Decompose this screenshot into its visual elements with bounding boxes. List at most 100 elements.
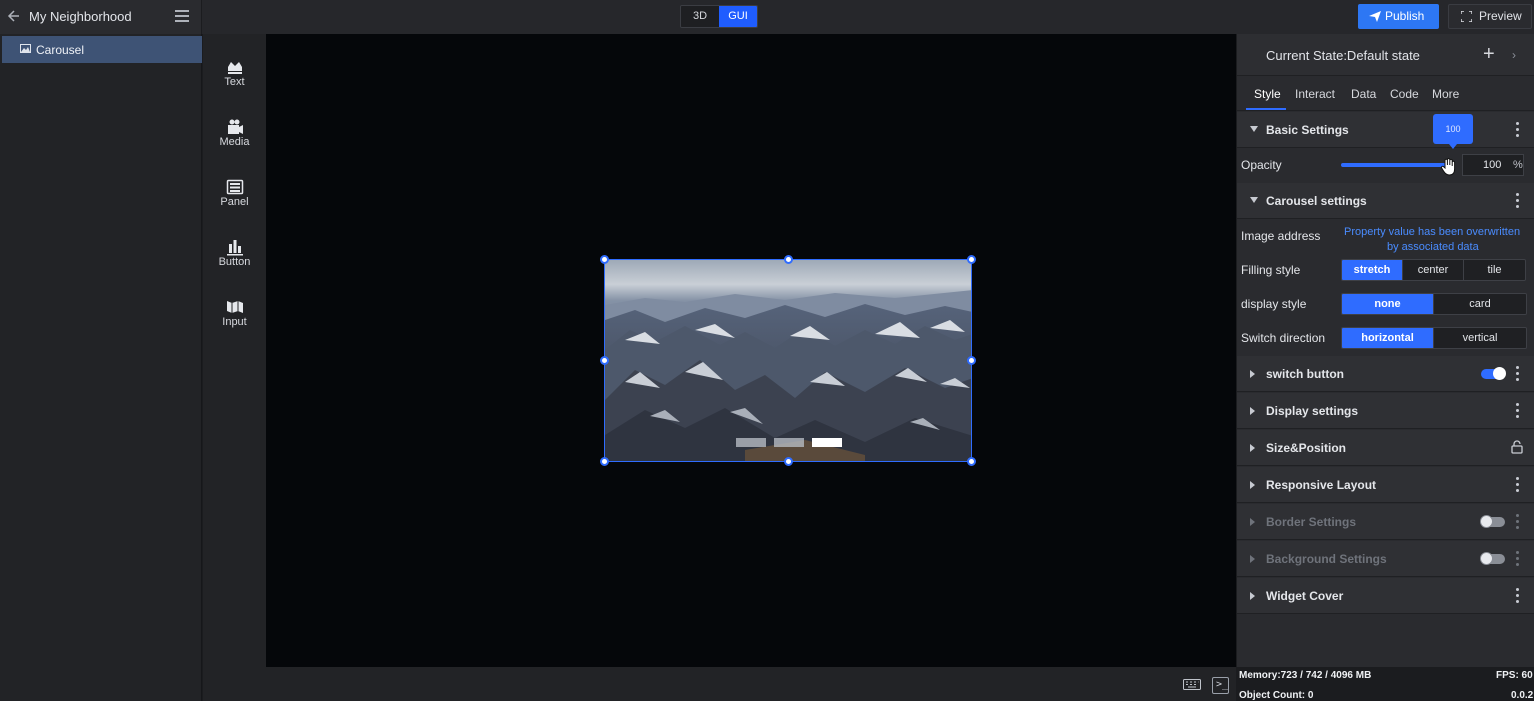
- carousel-indicator[interactable]: [736, 438, 766, 447]
- more-options-icon[interactable]: [1516, 551, 1520, 567]
- widget-input[interactable]: Input: [203, 284, 266, 344]
- text-icon: [228, 62, 242, 74]
- terminal-icon[interactable]: >_: [1212, 677, 1229, 694]
- resize-handle-top-left[interactable]: [600, 255, 609, 264]
- widget-label: Media: [219, 136, 250, 148]
- filling-style-segmented: stretch center tile: [1341, 259, 1526, 281]
- widget-label: Text: [224, 76, 245, 88]
- tab-interact[interactable]: Interact: [1295, 87, 1335, 101]
- fps-readout: FPS: 60: [1496, 670, 1533, 681]
- section-switch-button[interactable]: switch button: [1237, 356, 1534, 392]
- back-arrow-icon[interactable]: [6, 9, 20, 23]
- caret-right-icon: [1250, 370, 1255, 378]
- caret-down-icon: [1250, 197, 1258, 203]
- section-background-settings[interactable]: Background Settings: [1237, 541, 1534, 577]
- hamburger-menu-icon[interactable]: [175, 10, 189, 22]
- section-carousel-settings[interactable]: Carousel settings: [1237, 183, 1534, 219]
- image-address-label: Image address: [1241, 229, 1321, 243]
- carousel-widget[interactable]: [604, 259, 972, 462]
- chevron-right-icon[interactable]: ›: [1512, 48, 1516, 62]
- section-widget-cover[interactable]: Widget Cover: [1237, 578, 1534, 614]
- publish-button[interactable]: Publish: [1358, 4, 1439, 29]
- tab-data[interactable]: Data: [1351, 87, 1376, 101]
- property-panel: Current State:Default state + › Style In…: [1237, 34, 1534, 667]
- project-title: My Neighborhood: [29, 9, 132, 24]
- direction-horizontal-option[interactable]: horizontal: [1342, 328, 1434, 348]
- section-title: Size&Position: [1266, 441, 1347, 455]
- layer-item-label: Carousel: [36, 43, 85, 57]
- keyboard-icon[interactable]: [1183, 679, 1201, 690]
- switch-button-toggle[interactable]: [1481, 367, 1506, 380]
- direction-vertical-option[interactable]: vertical: [1434, 328, 1526, 348]
- caret-right-icon: [1250, 481, 1255, 489]
- carousel-indicator-active[interactable]: [812, 438, 842, 447]
- more-options-icon[interactable]: [1516, 514, 1520, 530]
- widget-media[interactable]: Media: [203, 104, 266, 164]
- resize-handle-top[interactable]: [784, 255, 793, 264]
- image-icon: [20, 44, 31, 53]
- tab-code[interactable]: Code: [1390, 87, 1419, 101]
- widget-text[interactable]: Text: [203, 44, 266, 104]
- section-responsive-layout[interactable]: Responsive Layout: [1237, 467, 1534, 503]
- object-count-readout: Object Count: 0: [1239, 690, 1314, 701]
- section-title: switch button: [1266, 367, 1344, 381]
- switch-direction-segmented: horizontal vertical: [1341, 327, 1527, 349]
- opacity-slider[interactable]: [1341, 163, 1449, 167]
- display-style-segmented: none card: [1341, 293, 1527, 315]
- tab-more[interactable]: More: [1432, 87, 1459, 101]
- preview-button[interactable]: Preview: [1448, 4, 1532, 29]
- mode-gui-button[interactable]: GUI: [719, 6, 757, 27]
- filling-style-label: Filling style: [1241, 263, 1301, 277]
- caret-down-icon: [1250, 126, 1258, 132]
- section-title: Widget Cover: [1266, 589, 1344, 603]
- add-state-icon[interactable]: +: [1483, 44, 1495, 64]
- resize-handle-bottom-right[interactable]: [967, 457, 976, 466]
- display-style-row: display style none card: [1237, 287, 1534, 321]
- section-title: Background Settings: [1266, 552, 1387, 566]
- display-card-option[interactable]: card: [1434, 294, 1526, 314]
- section-basic-settings[interactable]: Basic Settings: [1237, 112, 1534, 148]
- button-icon: [227, 240, 243, 256]
- overwrite-notice-line2: by associated data: [1387, 241, 1479, 253]
- filling-stretch-option[interactable]: stretch: [1342, 260, 1403, 280]
- section-display-settings[interactable]: Display settings: [1237, 393, 1534, 429]
- background-settings-toggle[interactable]: [1480, 552, 1505, 565]
- design-canvas[interactable]: [266, 34, 1236, 667]
- display-none-option[interactable]: none: [1342, 294, 1434, 314]
- state-selector[interactable]: Current State:Default state + ›: [1237, 34, 1534, 76]
- layer-panel: Carousel: [0, 34, 202, 701]
- filling-tile-option[interactable]: tile: [1464, 260, 1525, 280]
- more-options-icon[interactable]: [1516, 366, 1520, 382]
- filling-center-option[interactable]: center: [1403, 260, 1464, 280]
- border-settings-toggle[interactable]: [1480, 515, 1505, 528]
- resize-handle-left[interactable]: [600, 356, 609, 365]
- opacity-input[interactable]: 100 %: [1462, 154, 1524, 176]
- image-address-row: Image address Property value has been ov…: [1237, 219, 1534, 253]
- more-options-icon[interactable]: [1516, 122, 1520, 138]
- hand-cursor-icon[interactable]: [1440, 158, 1456, 181]
- mode-3d-button[interactable]: 3D: [681, 6, 719, 27]
- section-border-settings[interactable]: Border Settings: [1237, 504, 1534, 540]
- resize-handle-right[interactable]: [967, 356, 976, 365]
- caret-right-icon: [1250, 592, 1255, 600]
- widget-button[interactable]: Button: [203, 224, 266, 284]
- resize-handle-bottom-left[interactable]: [600, 457, 609, 466]
- section-size-position[interactable]: Size&Position: [1237, 430, 1534, 466]
- tab-style[interactable]: Style: [1254, 87, 1281, 101]
- publish-label: Publish: [1385, 9, 1425, 23]
- opacity-row: Opacity 100 %: [1237, 148, 1534, 182]
- switch-direction-row: Switch direction horizontal vertical: [1237, 321, 1534, 355]
- carousel-indicator[interactable]: [774, 438, 804, 447]
- layer-item-carousel[interactable]: Carousel: [2, 36, 202, 63]
- more-options-icon[interactable]: [1516, 477, 1520, 493]
- widget-panel[interactable]: Panel: [203, 164, 266, 224]
- more-options-icon[interactable]: [1516, 588, 1520, 604]
- resize-handle-top-right[interactable]: [967, 255, 976, 264]
- lock-icon[interactable]: [1511, 440, 1523, 454]
- property-tabs: Style Interact Data Code More: [1237, 78, 1534, 111]
- more-options-icon[interactable]: [1516, 403, 1520, 419]
- resize-handle-bottom[interactable]: [784, 457, 793, 466]
- more-options-icon[interactable]: [1516, 193, 1520, 209]
- opacity-label: Opacity: [1241, 158, 1282, 172]
- display-style-label: display style: [1241, 297, 1307, 311]
